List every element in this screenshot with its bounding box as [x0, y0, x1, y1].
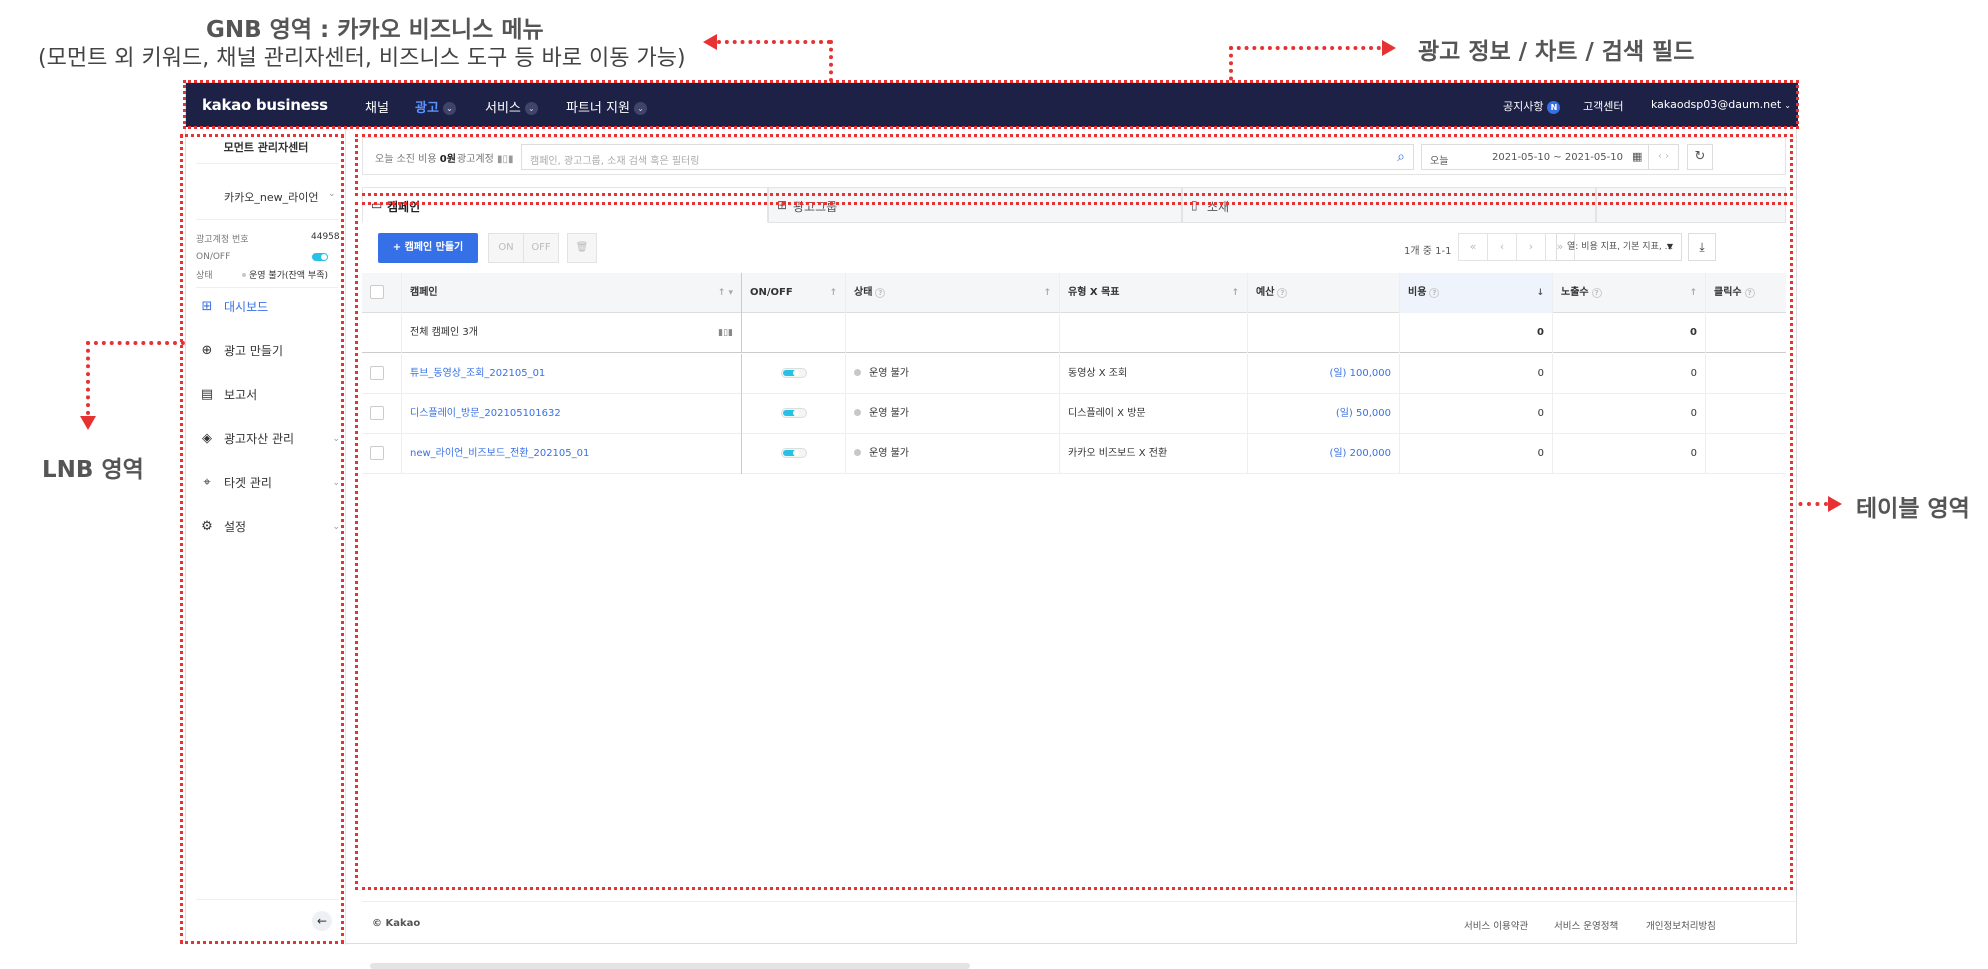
annotation-arrow-table [1828, 496, 1842, 512]
annotation-box-gnb [183, 80, 1799, 129]
annotation-line-gnb-v [829, 40, 833, 82]
annotation-line-lnb-h [86, 341, 185, 345]
footer: © Kakao 서비스 이용약관 서비스 운영정책 개인정보처리방침 [362, 901, 1798, 945]
annotation-box-table [355, 202, 1793, 890]
annotation-line-adinfo-h [1229, 46, 1381, 50]
annotation-ad-info: 광고 정보 / 차트 / 검색 필드 [1418, 39, 1695, 65]
annotation-arrow-adinfo [1382, 40, 1396, 56]
annotation-line-lnb-v [86, 341, 90, 415]
annotation-arrow-lnb [80, 416, 96, 430]
horizontal-scrollbar[interactable] [370, 963, 970, 969]
annotation-gnb-subtitle: (모먼트 외 키워드, 채널 관리자센터, 비즈니스 도구 등 바로 이동 가능… [38, 46, 686, 71]
annotation-line-gnb-h [717, 40, 831, 44]
footer-link-privacy[interactable]: 개인정보처리방침 [1646, 918, 1716, 932]
annotation-gnb-title: GNB 영역 : 카카오 비즈니스 메뉴 [206, 17, 544, 43]
annotation-lnb: LNB 영역 [42, 457, 144, 483]
annotation-box-adinfo [355, 134, 1793, 196]
annotation-box-lnb [180, 134, 344, 944]
copyright: © Kakao [372, 918, 421, 929]
annotation-arrow-gnb [703, 34, 717, 50]
footer-link-policy[interactable]: 서비스 운영정책 [1554, 918, 1618, 932]
footer-link-terms[interactable]: 서비스 이용약관 [1464, 918, 1528, 932]
annotation-table: 테이블 영역 [1856, 496, 1970, 522]
